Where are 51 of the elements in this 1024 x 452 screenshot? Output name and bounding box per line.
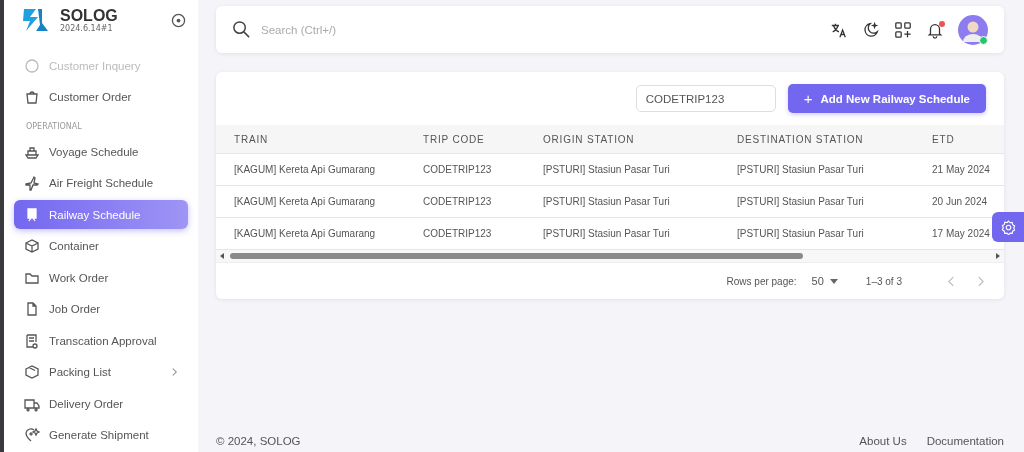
copyright-text: © 2024, SOLOG — [216, 435, 301, 447]
horizontal-scrollbar[interactable] — [216, 249, 1004, 262]
sidebar-item[interactable]: Container — [14, 231, 188, 261]
sidebar-item[interactable]: Packing List — [14, 357, 188, 387]
footer-link[interactable]: About Us — [859, 435, 907, 447]
table-cell: CODETRIP123 — [405, 153, 525, 186]
sidebar-item[interactable]: Work Order — [14, 263, 188, 292]
search-field[interactable]: Search (Ctrl+/) — [259, 22, 417, 37]
table-cell: [PSTURI] Stasiun Pasar Turi — [525, 153, 719, 186]
table-cell: [PSTURI] Stasiun Pasar Turi — [719, 185, 914, 218]
section-header: OPERATIONAL — [25, 121, 83, 133]
document-check-icon — [24, 332, 40, 349]
sidebar-item[interactable]: Delivery Order — [14, 389, 188, 418]
radio-icon[interactable] — [171, 12, 186, 28]
version-label: 2024.6.14#1 — [60, 24, 114, 33]
package-icon — [24, 364, 40, 380]
sidebar-item[interactable]: Railway Schedule — [14, 200, 188, 229]
sidebar-item[interactable]: Air Freight Schedule — [14, 168, 188, 198]
settings-button[interactable] — [992, 212, 1024, 242]
sidebar-item[interactable]: Generate Shipment — [14, 420, 188, 450]
rows-per-page-label: Rows per page: — [726, 275, 797, 287]
table-cell: [KAGUM] Kereta Api Gumarang — [216, 153, 405, 186]
file-icon — [24, 301, 40, 317]
gear-icon — [1000, 219, 1016, 235]
moon-icon[interactable] — [862, 20, 880, 39]
sidebar-item[interactable]: Transcation Approval — [14, 326, 188, 355]
page-range: 1–3 of 3 — [865, 275, 902, 287]
avatar[interactable] — [958, 14, 988, 45]
table-cell: 21 May 2024 — [914, 153, 1004, 186]
footer-link[interactable]: Documentation — [926, 435, 1004, 447]
sidebar-item[interactable]: Customer Order — [14, 82, 188, 112]
column-header: ORIGIN STATION — [525, 125, 719, 154]
sidebar-item[interactable]: Voyage Schedule — [14, 137, 188, 166]
column-header: TRAIN — [216, 125, 405, 154]
column-header: ETD — [914, 125, 1004, 154]
rows-per-page-select[interactable]: 50 — [811, 275, 838, 287]
caret-down-icon — [829, 278, 838, 284]
grid-add-icon[interactable] — [894, 20, 912, 39]
column-header: TRIP CODE — [405, 125, 525, 154]
column-header: DESTINATION STATION — [719, 125, 914, 154]
search-icon — [232, 20, 251, 39]
bag-icon — [24, 89, 40, 105]
table-cell: CODETRIP123 — [405, 185, 525, 218]
box-icon — [24, 238, 40, 254]
table-cell: [PSTURI] Stasiun Pasar Turi — [719, 153, 914, 186]
table-cell: [KAGUM] Kereta Api Gumarang — [216, 185, 405, 218]
table-cell: [PSTURI] Stasiun Pasar Turi — [525, 185, 719, 218]
filter-field[interactable]: CODETRIP123 — [635, 85, 776, 112]
add-button[interactable]: + Add New Railway Schedule — [787, 84, 986, 113]
brand-name: SOLOG — [60, 7, 119, 24]
sidebar-item[interactable]: Job Order — [14, 294, 188, 324]
